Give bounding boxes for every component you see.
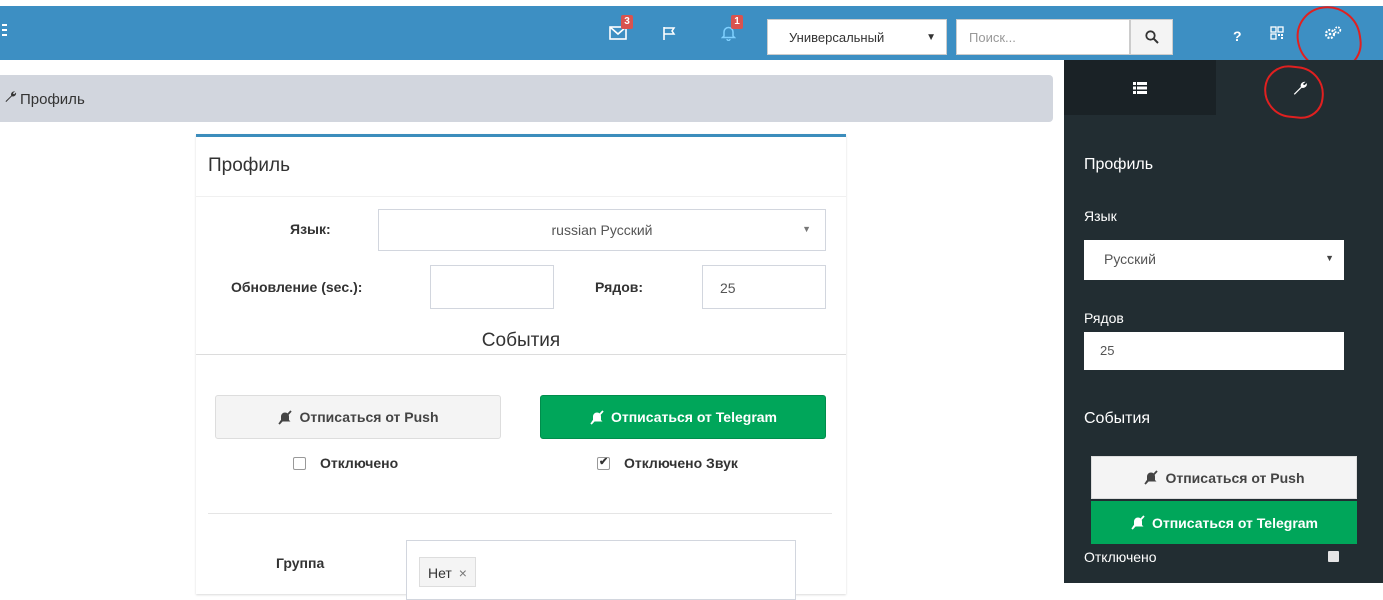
- sidebar-rows-value: 25: [1100, 343, 1115, 358]
- search-button[interactable]: [1130, 19, 1173, 55]
- bell-slash-icon: [1131, 515, 1145, 530]
- sidebar-language-value: Русский: [1104, 251, 1156, 267]
- unsubscribe-push-button[interactable]: Отписаться от Push: [215, 395, 501, 439]
- sidebar-unsubscribe-push-label: Отписаться от Push: [1165, 469, 1305, 486]
- group-label: Группа: [276, 555, 325, 571]
- sidebar-unsubscribe-push-button[interactable]: Отписаться от Push: [1091, 456, 1357, 499]
- sidebar-language-select[interactable]: Русский ▼: [1084, 240, 1344, 280]
- bell-slash-icon: [590, 409, 604, 425]
- refresh-label: Обновление (sec.):: [231, 279, 363, 295]
- breadcrumb: Профиль: [0, 75, 1053, 122]
- qr-code-button[interactable]: [1262, 18, 1292, 48]
- profile-panel: Профиль Язык: russian Русский ▼ Обновлен…: [196, 134, 846, 600]
- notifications-badge: 1: [731, 15, 743, 29]
- theme-select-value: Универсальный: [789, 30, 885, 45]
- tab-list[interactable]: [1064, 60, 1216, 115]
- control-sidebar: Профиль Язык Русский ▼ Рядов 25 События …: [1064, 60, 1383, 583]
- tag-remove-icon[interactable]: ×: [459, 565, 467, 581]
- notifications-button[interactable]: 1: [713, 15, 743, 48]
- divider: [196, 354, 846, 355]
- divider: [208, 513, 832, 514]
- wrench-icon: [5, 91, 17, 102]
- rows-input[interactable]: 25: [702, 265, 826, 309]
- push-disabled-checkbox[interactable]: Отключено: [293, 455, 398, 471]
- unsubscribe-telegram-button[interactable]: Отписаться от Telegram: [540, 395, 826, 439]
- language-select-value: russian Русский: [551, 222, 653, 238]
- sidebar-tabs: [1064, 60, 1383, 115]
- caret-down-icon: ▼: [1325, 253, 1334, 263]
- sidebar-unsubscribe-telegram-label: Отписаться от Telegram: [1151, 514, 1319, 531]
- sidebar-rows-input[interactable]: 25: [1084, 332, 1344, 370]
- rows-label: Рядов:: [595, 279, 644, 295]
- flag-icon: [663, 26, 676, 40]
- refresh-input[interactable]: [430, 265, 554, 309]
- sidebar-disabled-checkbox[interactable]: [1328, 551, 1339, 562]
- divider: [196, 196, 846, 197]
- sidebar-language-label: Язык: [1084, 208, 1117, 224]
- qr-code-icon: [1270, 26, 1284, 40]
- sidebar-rows-label: Рядов: [1084, 310, 1124, 326]
- rows-value: 25: [720, 280, 736, 296]
- bell-slash-icon: [1144, 470, 1159, 485]
- list-icon: [1133, 81, 1147, 94]
- telegram-sound-disabled-checkbox[interactable]: Отключено Звук: [597, 455, 738, 471]
- theme-select[interactable]: Универсальный ▼: [767, 19, 947, 55]
- group-multiselect[interactable]: Нет ×: [406, 540, 796, 600]
- push-disabled-label: Отключено: [320, 455, 399, 471]
- search-icon: [1144, 30, 1159, 44]
- search-placeholder: Поиск...: [969, 30, 1016, 45]
- language-label: Язык:: [290, 221, 331, 237]
- sidebar-profile-title: Профиль: [1084, 156, 1154, 173]
- telegram-sound-disabled-label: Отключено Звук: [624, 455, 738, 471]
- help-icon[interactable]: ?: [1233, 28, 1242, 44]
- mail-button[interactable]: 3: [603, 15, 633, 48]
- sidebar-unsubscribe-telegram-button[interactable]: Отписаться от Telegram: [1091, 501, 1357, 544]
- sidebar-events-title: События: [1084, 410, 1151, 427]
- unsubscribe-push-label: Отписаться от Push: [299, 409, 439, 425]
- caret-down-icon: ▼: [802, 224, 811, 234]
- group-tag-label: Нет: [428, 565, 452, 581]
- menu-toggle-icon[interactable]: [2, 24, 8, 39]
- search-input[interactable]: Поиск...: [956, 19, 1130, 55]
- mail-badge: 3: [621, 15, 633, 29]
- caret-down-icon: ▼: [926, 32, 936, 43]
- bell-slash-icon: [278, 409, 293, 425]
- language-select[interactable]: russian Русский ▼: [378, 209, 826, 251]
- events-title: События: [481, 330, 561, 351]
- checkbox-telegram-sound[interactable]: [597, 455, 610, 470]
- breadcrumb-label: Профиль: [20, 91, 85, 108]
- flag-button[interactable]: [654, 18, 684, 48]
- sidebar-disabled-label: Отключено: [1084, 549, 1157, 565]
- checkbox-push-disabled[interactable]: [293, 456, 306, 470]
- panel-title: Профиль: [208, 155, 291, 176]
- unsubscribe-telegram-label: Отписаться от Telegram: [610, 409, 778, 425]
- top-navbar: 3 1 Универсальный ▼ Поиск... ?: [0, 6, 1383, 60]
